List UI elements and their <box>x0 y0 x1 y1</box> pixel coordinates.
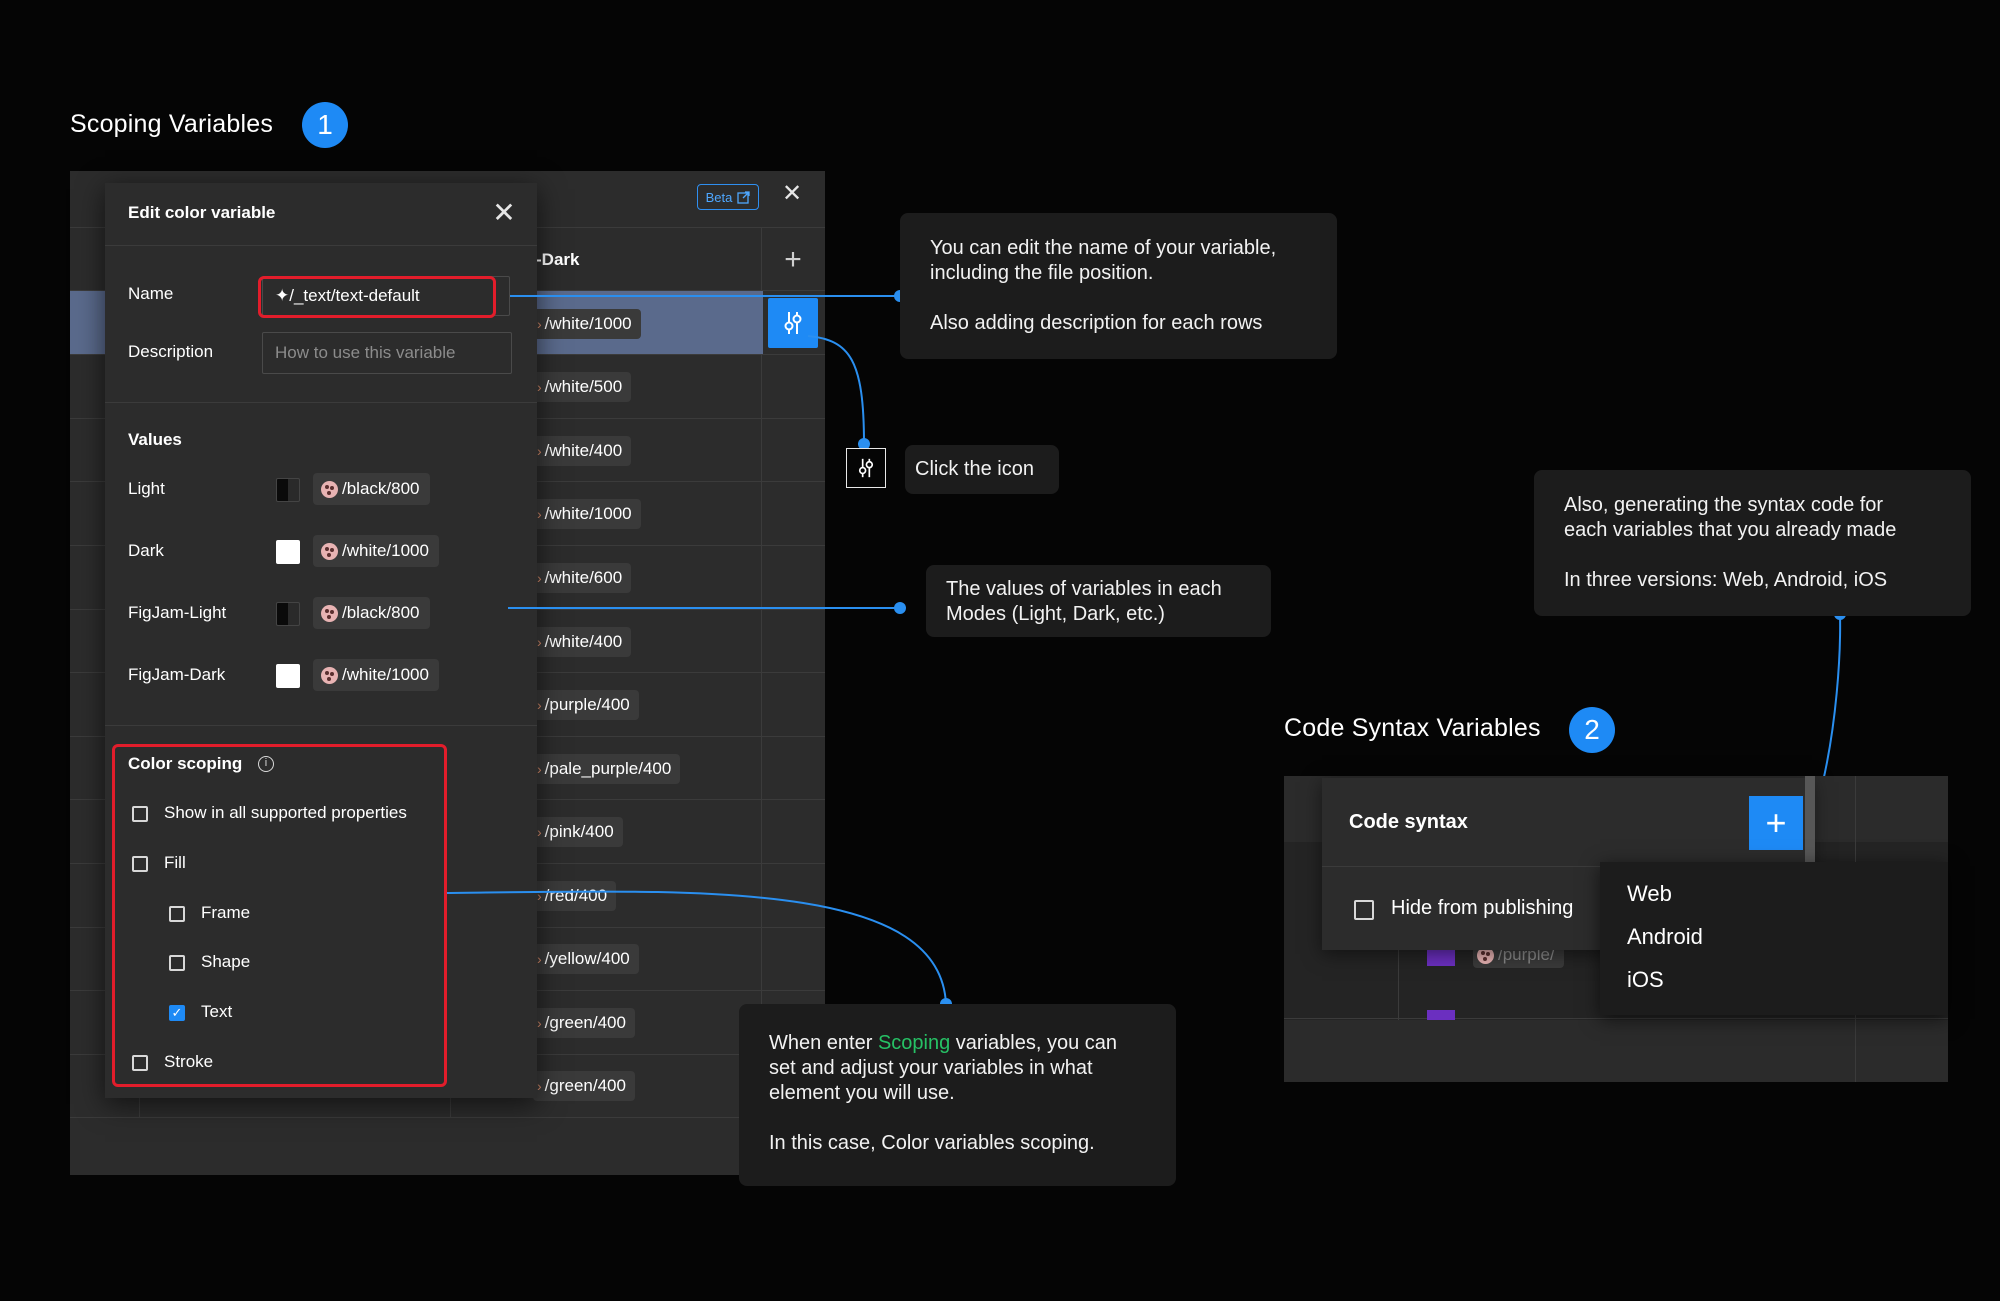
callout-values: The values of variables in each Modes (L… <box>926 565 1271 637</box>
settings-icon-preview <box>846 448 886 488</box>
callout-click-icon: Click the icon <box>905 445 1059 494</box>
menu-item-ios[interactable]: iOS <box>1627 967 1664 993</box>
callout-scoping: When enter Scoping variables, you can se… <box>739 1004 1176 1186</box>
row-divider <box>1284 1018 1948 1019</box>
section-title-code-syntax: Code Syntax Variables <box>1284 714 1541 742</box>
add-code-syntax-button[interactable]: + <box>1749 796 1803 850</box>
menu-item-android[interactable]: Android <box>1627 924 1703 950</box>
scrollbar[interactable] <box>1805 776 1815 876</box>
callout-code-syntax: Also, generating the syntax code for eac… <box>1534 470 1971 616</box>
hide-from-publishing-label: Hide from publishing <box>1391 897 1574 919</box>
menu-item-web[interactable]: Web <box>1627 881 1672 907</box>
checkbox-hide-from-publishing[interactable] <box>1354 900 1374 920</box>
code-syntax-title: Code syntax <box>1349 811 1468 833</box>
step-badge-2: 2 <box>1569 707 1615 753</box>
adjustments-icon <box>858 458 874 478</box>
card-divider <box>1322 866 1600 867</box>
callout-name-edit: You can edit the name of your variable, … <box>900 213 1337 359</box>
color-swatch-purple <box>1427 1010 1455 1020</box>
